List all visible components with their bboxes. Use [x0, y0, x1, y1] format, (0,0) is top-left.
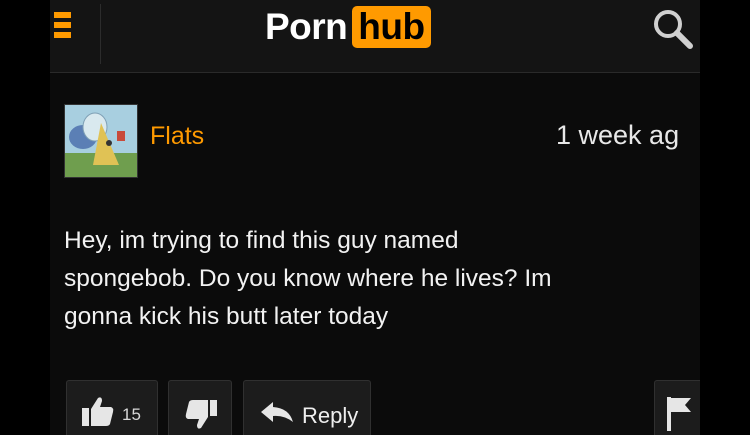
thumbs-up-icon	[82, 397, 114, 426]
user-avatar[interactable]	[64, 104, 138, 178]
comment-line: gonna kick his butt later today	[64, 303, 389, 330]
menu-bar	[54, 32, 71, 38]
site-logo[interactable]: Porn hub	[265, 4, 431, 50]
reply-label: Reply	[302, 403, 359, 428]
menu-bar	[54, 12, 71, 18]
flag-icon	[667, 397, 691, 431]
menu-bar	[54, 22, 71, 28]
logo-text-left: Porn	[265, 6, 348, 47]
thumbs-down-icon	[185, 400, 217, 429]
comment-line: spongebob. Do you know where he lives? I…	[64, 265, 552, 292]
search-button[interactable]	[650, 6, 696, 52]
comment-timestamp: 1 week ag	[556, 120, 680, 150]
avatar-image	[65, 105, 137, 177]
comment-text: Hey, im trying to find this guy named sp…	[64, 222, 700, 336]
comment-action-bar: 15 Reply	[50, 376, 700, 435]
top-navigation-bar: Porn hub	[50, 0, 700, 73]
search-icon	[654, 10, 693, 49]
dislike-button[interactable]	[168, 380, 232, 435]
like-count: 15	[122, 405, 141, 424]
hamburger-menu-button[interactable]	[50, 4, 101, 64]
logo-text-right: hub	[352, 6, 431, 48]
comment-line: Hey, im trying to find this guy named	[64, 227, 459, 254]
comment-username[interactable]: Flats	[150, 122, 204, 151]
reply-button[interactable]: Reply	[243, 380, 371, 435]
page: Porn hub Flats 1 week ag Hey, im trying …	[50, 0, 700, 435]
like-button[interactable]: 15	[66, 380, 158, 435]
flag-button[interactable]	[654, 380, 700, 435]
reply-arrow-icon	[261, 402, 293, 422]
